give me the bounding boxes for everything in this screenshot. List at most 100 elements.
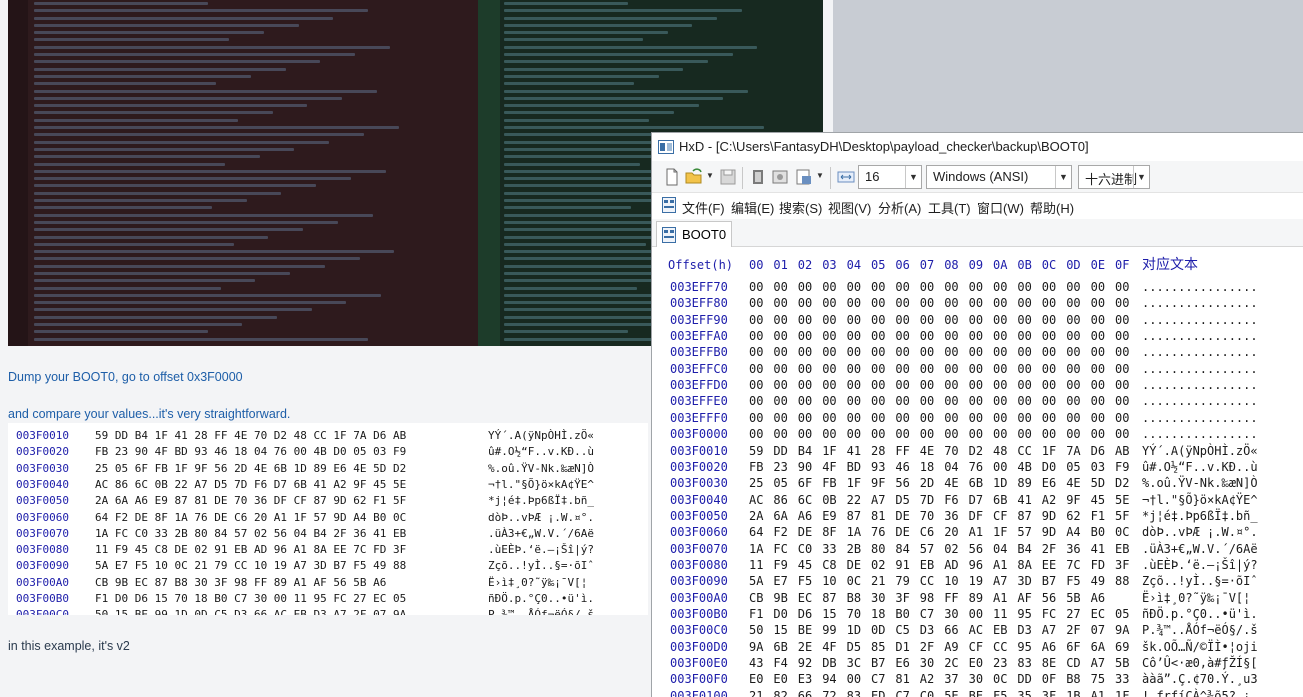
hex-byte[interactable]: 84 xyxy=(895,542,917,556)
hex-byte[interactable]: 03 xyxy=(1091,460,1113,474)
hex-byte[interactable]: 3C xyxy=(847,656,869,670)
hex-row[interactable]: 003F00D0 9A 6B 2E 4F D5 85 D1 2F A9 CF CC 95 A6 6F 6A 69… xyxy=(652,640,1303,656)
hex-byte[interactable]: 00 xyxy=(773,362,795,376)
hex-byte[interactable]: 35 xyxy=(1017,689,1039,697)
hex-byte[interactable]: F6 xyxy=(944,493,966,507)
hex-byte[interactable]: 00 xyxy=(1091,329,1113,343)
hex-byte[interactable]: FC xyxy=(773,542,795,556)
hex-byte[interactable]: 00 xyxy=(1115,378,1137,392)
hex-byte[interactable]: C7 xyxy=(871,672,893,686)
hex-byte[interactable]: CF xyxy=(969,640,991,654)
hex-row[interactable]: 003EFFD0 00 00 00 00 00 00 00 00 00 00 00 00 00 00 00 00… xyxy=(652,378,1303,394)
row-text[interactable]: ................ xyxy=(1142,296,1258,310)
hex-byte[interactable]: 00 xyxy=(1017,313,1039,327)
hex-byte[interactable]: 00 xyxy=(920,329,942,343)
hex-byte[interactable]: 00 xyxy=(1115,427,1137,441)
hex-byte[interactable]: 00 xyxy=(1066,313,1088,327)
hex-byte[interactable]: 70 xyxy=(920,509,942,523)
bytes-per-row-select[interactable]: 16 ▼ xyxy=(858,165,922,189)
hex-byte[interactable]: 00 xyxy=(1042,329,1064,343)
save-icon[interactable] xyxy=(718,167,738,187)
hex-byte[interactable]: 46 xyxy=(895,460,917,474)
hex-byte[interactable]: 41 xyxy=(847,444,869,458)
hex-byte[interactable]: 00 xyxy=(798,329,820,343)
hex-byte[interactable]: B4 xyxy=(1017,542,1039,556)
hex-byte[interactable]: 66 xyxy=(944,623,966,637)
hex-byte[interactable]: D6 xyxy=(798,607,820,621)
hex-byte[interactable]: 83 xyxy=(847,689,869,697)
hex-byte[interactable]: A2 xyxy=(1042,493,1064,507)
hex-byte[interactable]: 00 xyxy=(822,411,844,425)
hex-byte[interactable]: 02 xyxy=(871,558,893,572)
hex-byte[interactable]: 00 xyxy=(969,394,991,408)
hex-byte[interactable]: AD xyxy=(944,558,966,572)
hex-byte[interactable]: 56 xyxy=(895,476,917,490)
hex-editor[interactable]: Offset(h) 对应文本 00 01 02 03 04 05 06 07 08 09 0A 0B 0… xyxy=(652,248,1303,697)
hex-row[interactable]: 003EFFF0 00 00 00 00 00 00 00 00 00 00 00 00 00 00 00 00… xyxy=(652,411,1303,427)
hex-byte[interactable]: 90 xyxy=(798,460,820,474)
hex-byte[interactable]: 69 xyxy=(1115,640,1137,654)
hex-byte[interactable]: 00 xyxy=(847,378,869,392)
hex-byte[interactable]: AB xyxy=(1115,444,1137,458)
hex-byte[interactable]: 82 xyxy=(773,689,795,697)
hex-byte[interactable]: 00 xyxy=(993,427,1015,441)
hex-byte[interactable]: FC xyxy=(1042,607,1064,621)
hex-byte[interactable]: EB xyxy=(993,623,1015,637)
hex-byte[interactable]: A6 xyxy=(1042,640,1064,654)
hex-byte[interactable]: 0C xyxy=(993,672,1015,686)
hex-byte[interactable]: 91 xyxy=(895,558,917,572)
hex-byte[interactable]: 00 xyxy=(969,280,991,294)
hex-byte[interactable]: 00 xyxy=(969,329,991,343)
hex-byte[interactable]: A7 xyxy=(993,574,1015,588)
hex-byte[interactable]: 00 xyxy=(749,362,771,376)
hex-byte[interactable]: C0 xyxy=(920,689,942,697)
disk-icon[interactable] xyxy=(770,167,790,187)
hex-byte[interactable]: 00 xyxy=(1042,313,1064,327)
hex-byte[interactable]: 00 xyxy=(871,329,893,343)
hex-byte[interactable]: DE xyxy=(895,525,917,539)
hex-byte[interactable]: 6A xyxy=(773,509,795,523)
hex-byte[interactable]: 87 xyxy=(822,591,844,605)
hex-byte[interactable]: 00 xyxy=(798,427,820,441)
hex-byte[interactable]: FD xyxy=(1091,558,1113,572)
hex-byte[interactable]: 00 xyxy=(1042,345,1064,359)
hex-byte[interactable]: 00 xyxy=(1115,362,1137,376)
hex-byte[interactable]: 00 xyxy=(847,313,869,327)
hex-byte[interactable]: 00 xyxy=(1066,296,1088,310)
hex-row[interactable]: 003EFFA0 00 00 00 00 00 00 00 00 00 00 00 00 00 00 00 00… xyxy=(652,329,1303,345)
hex-byte[interactable]: 00 xyxy=(895,280,917,294)
hex-byte[interactable]: DE xyxy=(895,509,917,523)
hex-byte[interactable]: C7 xyxy=(895,689,917,697)
hex-byte[interactable]: 37 xyxy=(944,672,966,686)
hex-byte[interactable]: 00 xyxy=(969,378,991,392)
hex-byte[interactable]: 00 xyxy=(969,427,991,441)
hex-byte[interactable]: B4 xyxy=(798,444,820,458)
hex-byte[interactable]: EC xyxy=(1091,607,1113,621)
hex-byte[interactable]: 00 xyxy=(1042,378,1064,392)
hex-byte[interactable]: 00 xyxy=(798,313,820,327)
hex-byte[interactable]: 45 xyxy=(798,558,820,572)
hex-byte[interactable]: 00 xyxy=(749,280,771,294)
hex-byte[interactable]: 00 xyxy=(1115,313,1137,327)
hex-byte[interactable]: DE xyxy=(798,525,820,539)
hex-byte[interactable]: 2F xyxy=(920,640,942,654)
hex-byte[interactable]: A7 xyxy=(1091,656,1113,670)
hex-byte[interactable]: 00 xyxy=(773,378,795,392)
hex-byte[interactable]: 00 xyxy=(871,411,893,425)
hex-byte[interactable]: 6C xyxy=(798,493,820,507)
hex-byte[interactable]: BE xyxy=(798,623,820,637)
hex-byte[interactable]: 00 xyxy=(969,313,991,327)
hex-byte[interactable]: 70 xyxy=(944,444,966,458)
row-text[interactable]: .üÀ3+€„W.V.´/6Aë xyxy=(1142,542,1258,556)
hex-byte[interactable]: 5B xyxy=(1115,656,1137,670)
hex-byte[interactable]: 4F xyxy=(822,640,844,654)
hex-byte[interactable]: 19 xyxy=(969,574,991,588)
hex-byte[interactable]: 00 xyxy=(944,329,966,343)
hex-byte[interactable]: F5 xyxy=(798,574,820,588)
hex-byte[interactable]: 30 xyxy=(920,656,942,670)
hex-byte[interactable]: 00 xyxy=(1042,296,1064,310)
row-text[interactable]: YÝ´.A(ÿNpÒHÌ.zÖ« xyxy=(1142,444,1258,458)
hex-byte[interactable]: 00 xyxy=(749,411,771,425)
hex-byte[interactable]: 00 xyxy=(871,280,893,294)
charset-select[interactable]: Windows (ANSI) ▼ xyxy=(926,165,1072,189)
